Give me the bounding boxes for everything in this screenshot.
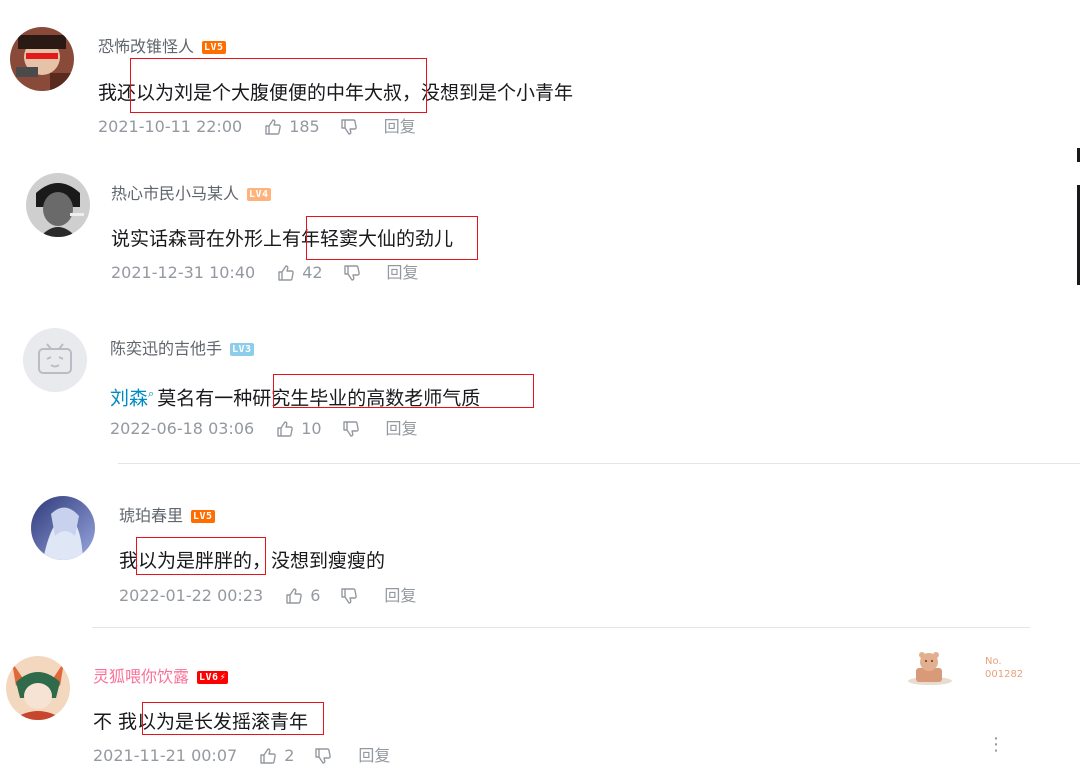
username[interactable]: 恐怖改锥怪人 LV5 — [98, 37, 226, 57]
dislike-button[interactable] — [314, 747, 332, 765]
more-options-icon[interactable]: ⋮ — [987, 736, 1005, 754]
like-button[interactable]: 42 — [277, 263, 323, 283]
username[interactable]: 琥珀春里 LV5 — [119, 506, 215, 526]
username[interactable]: 灵狐喂你饮露 LV6⚡ — [93, 667, 229, 687]
divider — [92, 627, 1030, 628]
thumbs-up-icon — [260, 748, 277, 764]
username[interactable]: 热心市民小马某人 LV4 — [111, 184, 271, 204]
avatar[interactable] — [26, 173, 90, 237]
level-badge: LV4 — [247, 188, 271, 201]
like-count: 185 — [289, 117, 320, 136]
reply-button[interactable]: 回复 — [387, 263, 419, 283]
thumbs-up-icon — [286, 588, 303, 604]
thumbs-up-icon — [278, 265, 295, 281]
dislike-button[interactable] — [340, 118, 358, 136]
comment-text: 刘森⌕ 莫名有一种研究生毕业的高数老师气质 — [110, 387, 481, 410]
comment-time: 2022-01-22 00:23 — [119, 586, 264, 605]
comment-time: 2021-10-11 22:00 — [98, 117, 243, 136]
thumbs-down-icon — [341, 119, 357, 135]
reply-button[interactable]: 回复 — [358, 746, 390, 766]
thumbs-up-icon — [265, 119, 282, 135]
comment-meta: 2022-01-22 00:23 6 回复 — [119, 586, 416, 606]
fan-medal-bear-icon — [906, 650, 954, 686]
thumbs-down-icon — [341, 588, 358, 604]
thumbs-down-icon — [315, 748, 332, 764]
mention-link[interactable]: 刘森 — [110, 387, 148, 409]
like-count: 42 — [302, 263, 323, 282]
like-button[interactable]: 6 — [285, 586, 320, 606]
like-count: 6 — [310, 586, 321, 605]
comment-text: 说实话森哥在外形上有年轻窦大仙的劲儿 — [111, 228, 454, 250]
level-badge: LV3 — [230, 343, 254, 356]
thumbs-down-icon — [342, 421, 359, 437]
comment-text: 我以为是胖胖的，没想到瘦瘦的 — [119, 550, 386, 572]
username[interactable]: 陈奕迅的吉他手 LV3 — [110, 339, 254, 359]
comment-list: 恐怖改锥怪人 LV5 我还以为刘是个大腹便便的中年大叔，没想到是个小青年 2021… — [0, 0, 1080, 777]
reply-button[interactable]: 回复 — [386, 419, 418, 439]
dislike-button[interactable] — [343, 264, 361, 282]
reply-button[interactable]: 回复 — [384, 586, 416, 606]
like-count: 10 — [301, 419, 322, 438]
reply-button[interactable]: 回复 — [384, 117, 416, 137]
level-badge: LV5 — [191, 510, 215, 523]
comment-meta: 2022-06-18 03:06 10 回复 — [110, 419, 418, 439]
like-button[interactable]: 2 — [259, 746, 294, 766]
avatar[interactable] — [23, 328, 87, 392]
comment-meta: 2021-10-11 22:00 185 回复 — [98, 117, 416, 137]
fan-medal-number: No. 001282 — [985, 656, 1024, 680]
dislike-button[interactable] — [340, 587, 358, 605]
comment-meta: 2021-11-21 00:07 2 回复 — [93, 746, 390, 766]
divider — [118, 463, 1080, 464]
avatar[interactable] — [10, 27, 74, 91]
comment-text: 不 我以为是长发摇滚青年 — [93, 711, 309, 733]
like-button[interactable]: 10 — [276, 419, 322, 439]
comment-time: 2022-06-18 03:06 — [110, 419, 255, 438]
thumbs-up-icon — [277, 421, 294, 437]
comment-time: 2021-11-21 00:07 — [93, 746, 238, 765]
level-badge: LV5 — [202, 41, 226, 54]
like-button[interactable]: 185 — [264, 117, 320, 137]
comment-meta: 2021-12-31 10:40 42 回复 — [111, 263, 419, 283]
comment-time: 2021-12-31 10:40 — [111, 263, 256, 282]
avatar[interactable] — [6, 656, 70, 720]
dislike-button[interactable] — [342, 420, 360, 438]
comment-text: 我还以为刘是个大腹便便的中年大叔，没想到是个小青年 — [98, 82, 574, 104]
search-icon: ⌕ — [148, 387, 155, 400]
lightning-icon: ⚡ — [219, 672, 227, 683]
like-count: 2 — [284, 746, 295, 765]
avatar[interactable] — [31, 496, 95, 560]
level-badge: LV6⚡ — [197, 671, 229, 684]
thumbs-down-icon — [343, 265, 360, 281]
